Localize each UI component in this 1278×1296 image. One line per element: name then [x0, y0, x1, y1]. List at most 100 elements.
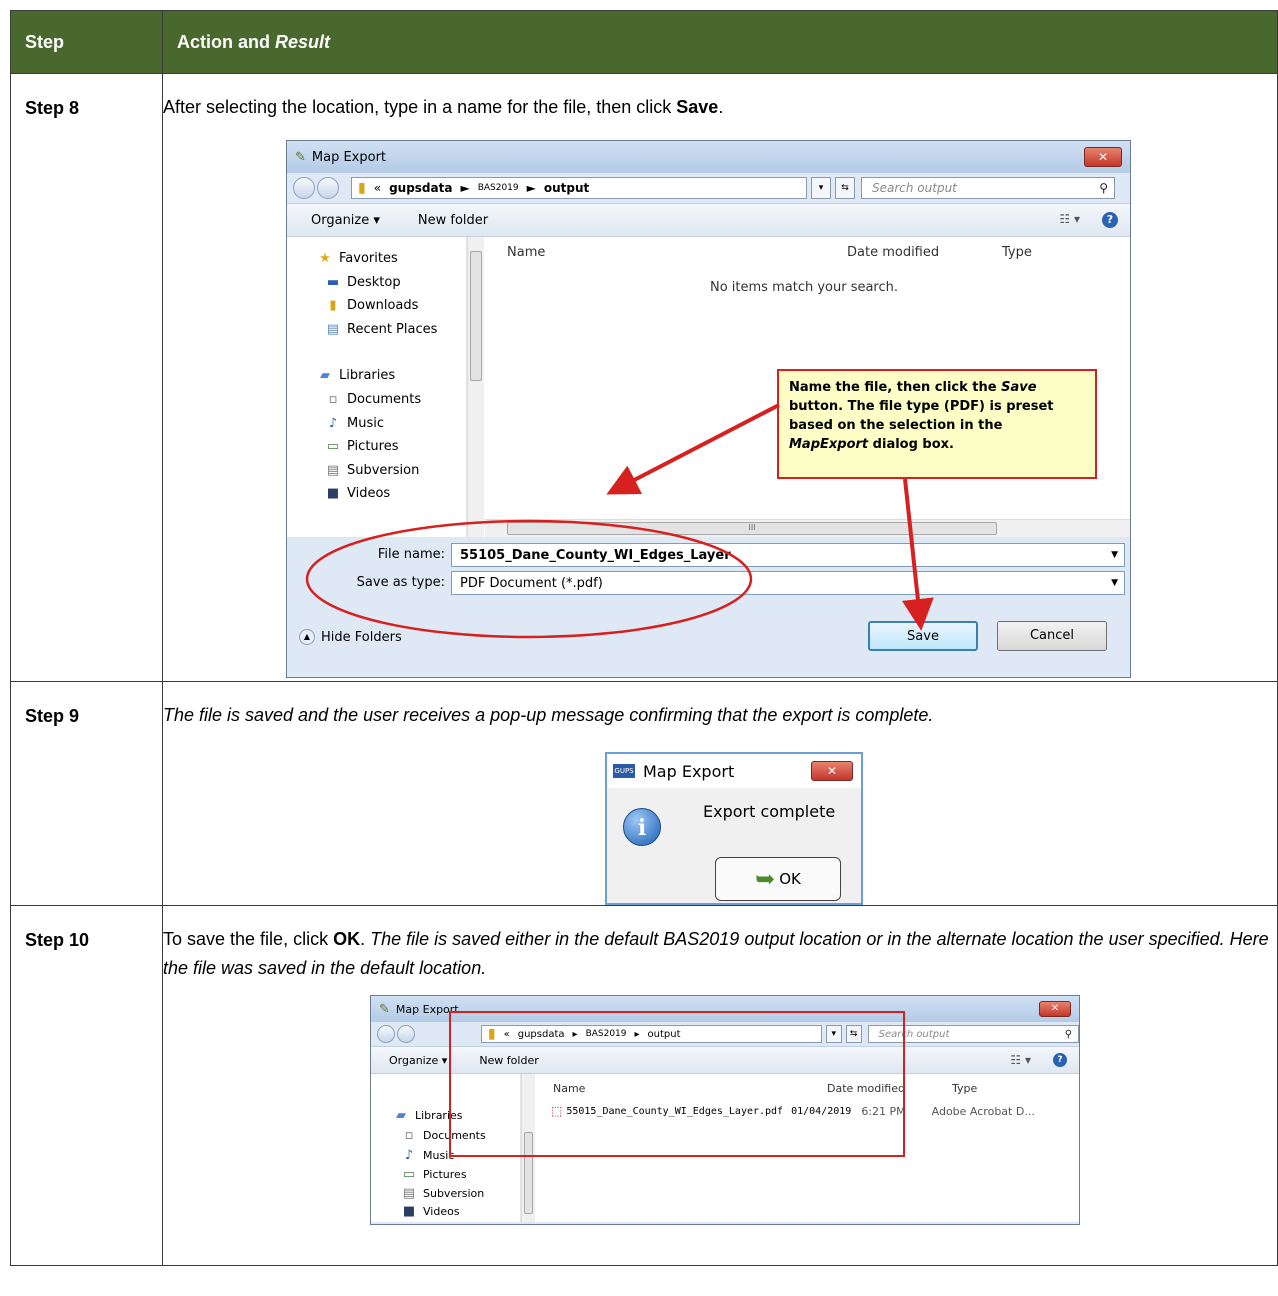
table-row: Step 9 The file is saved and the user re…	[10, 681, 1278, 906]
column-date-modified[interactable]: Date modified	[847, 245, 939, 260]
popup-message: Export complete	[703, 802, 836, 821]
action-text: The file is saved and the user receives …	[163, 705, 934, 725]
new-folder-button[interactable]: New folder	[418, 213, 488, 228]
nav-subversion[interactable]: ▤ Subversion	[325, 463, 420, 478]
nav-subversion[interactable]: ▤ Subversion	[401, 1186, 484, 1201]
map-export-result-dialog: ✎ Map Export ✕ ▮ « gupsdata ▸ BAS2019 ▸ …	[370, 995, 1080, 1225]
libraries-icon: ▰	[320, 368, 330, 383]
dialog-footer: ▲ Hide Folders Save Cancel	[287, 607, 1130, 673]
search-icon: ⚲	[1099, 181, 1108, 195]
table-header-row: Step Action and Result	[10, 10, 1278, 74]
nav-favorites[interactable]: ★ Favorites	[317, 251, 398, 266]
recent-places-icon: ▤	[326, 322, 340, 337]
map-export-save-dialog: ✎ Map Export ✕ ▮ « gupsdata ► BAS2019 ► …	[286, 140, 1131, 678]
action-text: To save the file, click OK. The file is …	[163, 929, 1269, 978]
scroll-thumb[interactable]	[470, 251, 482, 381]
music-icon: ♪	[404, 1148, 414, 1163]
action-cell: The file is saved and the user receives …	[162, 681, 1278, 906]
column-type[interactable]: Type	[1002, 245, 1032, 260]
help-icon[interactable]: ?	[1102, 212, 1118, 228]
step-label: Step 10	[25, 930, 90, 950]
step-cell: Step 8	[10, 73, 163, 682]
save-button[interactable]: Save	[868, 621, 978, 651]
export-complete-popup: GUPS Map Export ✕ i Export complete ➥ OK	[605, 752, 863, 905]
save-as-type-label: Save as type:	[356, 575, 445, 590]
organize-button[interactable]: Organize ▾	[389, 1054, 447, 1067]
close-button[interactable]: ✕	[811, 761, 853, 781]
music-icon: ♪	[328, 416, 338, 431]
collapse-icon: ▲	[299, 629, 315, 645]
nav-desktop[interactable]: ▬ Desktop	[325, 275, 401, 290]
dialog-title: Map Export	[311, 149, 387, 165]
horizontal-scrollbar[interactable]: III	[485, 519, 1130, 537]
callout-box: Name the file, then click the Save butto…	[777, 369, 1097, 479]
nav-music[interactable]: ♪ Music	[401, 1148, 454, 1163]
nav-videos[interactable]: ■ Videos	[325, 486, 390, 501]
forward-button[interactable]	[317, 177, 339, 199]
nav-recent-places[interactable]: ▤ Recent Places	[325, 322, 438, 337]
highlight-box	[449, 1011, 905, 1157]
nav-downloads[interactable]: ▮ Downloads	[325, 298, 418, 313]
chevron-down-icon[interactable]: ▼	[1111, 578, 1118, 588]
back-button[interactable]	[293, 177, 315, 199]
file-fields: File name: 55105_Dane_County_WI_Edges_La…	[287, 537, 1130, 607]
view-options-icon[interactable]: ☷ ▾	[1059, 212, 1080, 228]
navigation-pane: ★ Favorites ▬ Desktop ▮ Downloads ▤ Recent P…	[287, 237, 467, 537]
address-dropdown[interactable]: ▾	[811, 177, 831, 199]
empty-message: No items match your search.	[710, 280, 899, 295]
app-icon: ✎	[379, 1001, 390, 1017]
documents-icon: ▫	[328, 392, 338, 407]
organize-button[interactable]: Organize ▾	[311, 213, 380, 228]
file-name-input[interactable]: 55105_Dane_County_WI_Edges_Layer ▼	[451, 543, 1125, 567]
videos-icon: ■	[402, 1204, 416, 1219]
steps-table: Step Action and Result Step 8 After sele…	[10, 10, 1278, 1266]
step-cell: Step 10	[10, 905, 163, 1266]
action-cell: To save the file, click OK. The file is …	[162, 905, 1278, 1266]
header-step: Step	[10, 10, 163, 74]
close-button[interactable]: ✕	[1084, 147, 1122, 167]
column-name[interactable]: Name	[507, 245, 545, 260]
file-name-label: File name:	[377, 547, 445, 562]
chevron-down-icon[interactable]: ▼	[1111, 550, 1118, 560]
save-as-type-select[interactable]: PDF Document (*.pdf) ▼	[451, 571, 1125, 595]
table-row: Step 10 To save the file, click OK. The …	[10, 905, 1278, 1266]
table-row: Step 8 After selecting the location, typ…	[10, 73, 1278, 682]
app-icon: ✎	[295, 149, 306, 165]
hide-folders-button[interactable]: ▲ Hide Folders	[299, 629, 402, 645]
nav-music[interactable]: ♪ Music	[325, 416, 384, 431]
breadcrumb[interactable]: ▮ « gupsdata ► BAS2019 ► output	[351, 177, 807, 199]
close-button[interactable]: ✕	[1039, 1001, 1071, 1017]
help-icon[interactable]: ?	[1053, 1053, 1067, 1067]
action-cell: After selecting the location, type in a …	[162, 73, 1278, 682]
header-action: Action and Result	[162, 10, 1278, 74]
nav-documents[interactable]: ▫ Documents	[325, 392, 422, 407]
documents-icon: ▫	[404, 1128, 414, 1143]
step-cell: Step 9	[10, 681, 163, 906]
nav-libraries[interactable]: ▰ Libraries	[317, 368, 395, 383]
address-bar: ▮ « gupsdata ► BAS2019 ► output ▾ ⇆ Sear…	[287, 173, 1130, 203]
ok-button[interactable]: ➥ OK	[715, 857, 841, 901]
desktop-icon: ▬	[326, 275, 340, 290]
search-input[interactable]: Search output ⚲	[861, 177, 1115, 199]
forward-button[interactable]	[396, 1025, 415, 1043]
nav-scrollbar[interactable]	[467, 237, 484, 537]
nav-pictures[interactable]: ▭ Pictures	[325, 439, 399, 454]
subversion-icon: ▤	[326, 463, 340, 478]
nav-videos[interactable]: ■ Videos	[401, 1204, 460, 1219]
downloads-icon: ▮	[329, 298, 337, 313]
action-text: After selecting the location, type in a …	[163, 97, 724, 117]
step-label: Step 9	[25, 706, 80, 726]
scroll-thumb[interactable]: III	[507, 522, 997, 535]
info-icon: i	[623, 808, 661, 846]
column-type[interactable]: Type	[952, 1082, 977, 1095]
view-options-icon[interactable]: ☷ ▾	[1010, 1053, 1031, 1067]
cancel-button[interactable]: Cancel	[997, 621, 1107, 651]
nav-pictures[interactable]: ▭ Pictures	[401, 1167, 467, 1182]
search-icon: ⚲	[1064, 1028, 1073, 1040]
dialog-titlebar: ✎ Map Export	[287, 141, 1130, 173]
green-arrow-icon: ➥	[755, 865, 776, 893]
refresh-icon[interactable]: ⇆	[835, 177, 855, 199]
back-button[interactable]	[377, 1025, 395, 1043]
libraries-icon: ▰	[396, 1108, 406, 1123]
app-icon: GUPS	[613, 764, 635, 778]
